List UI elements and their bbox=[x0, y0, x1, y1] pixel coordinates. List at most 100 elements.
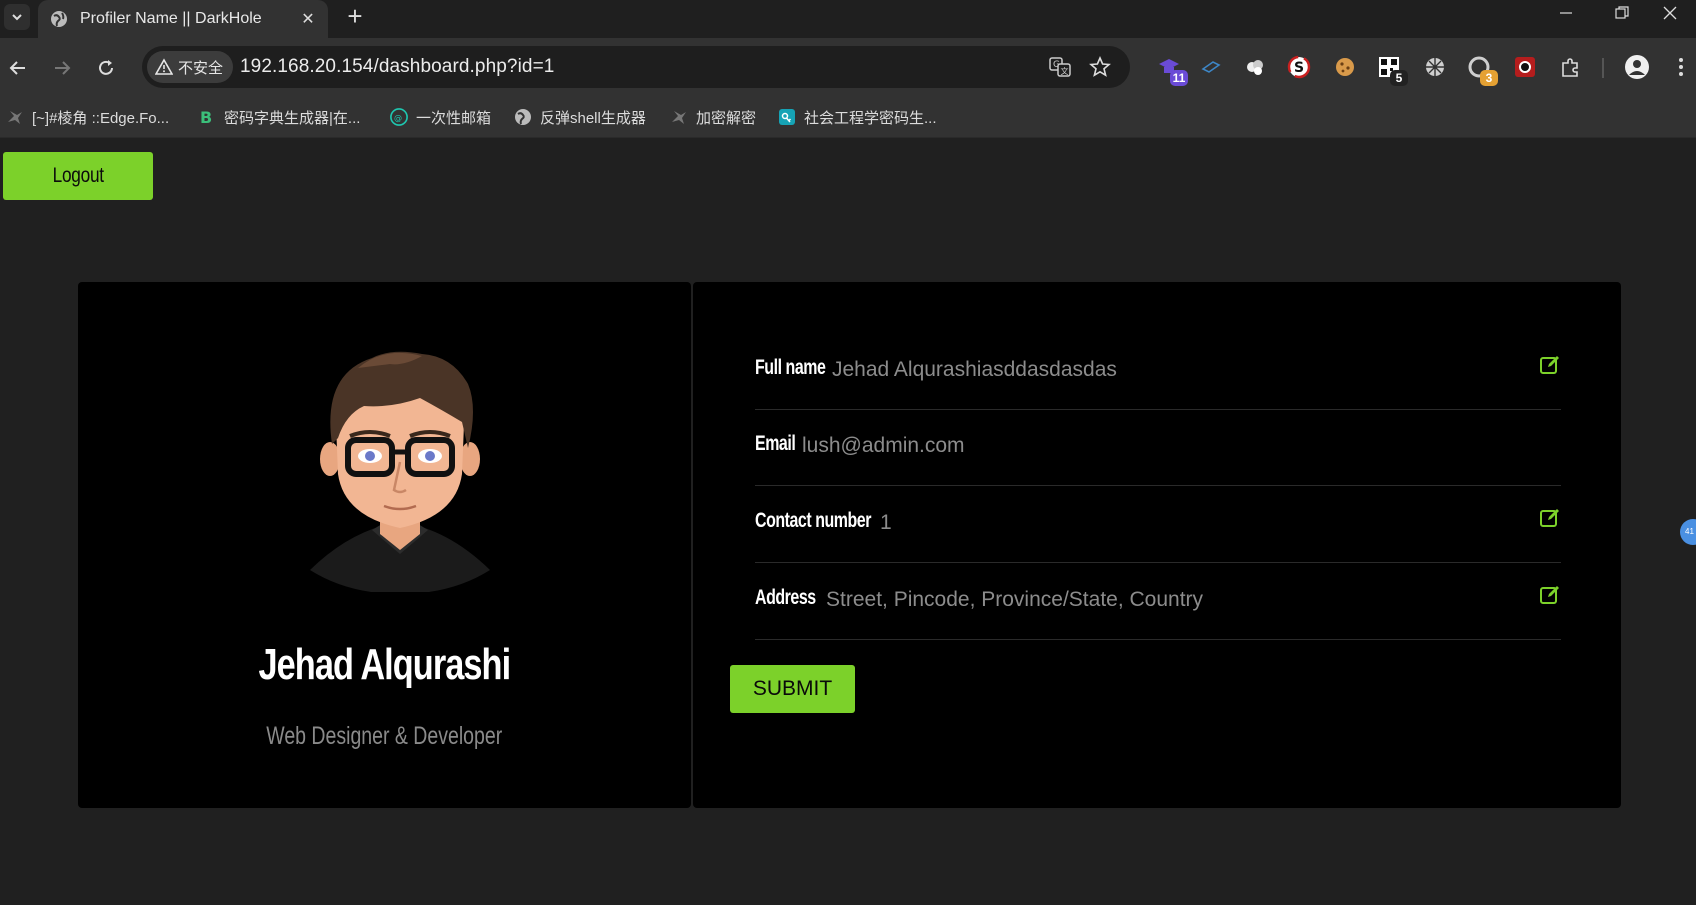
floating-widget-badge[interactable]: 41 bbox=[1680, 519, 1696, 545]
contact-number-value[interactable]: 1 bbox=[880, 511, 892, 535]
sword-icon: S bbox=[1287, 55, 1311, 79]
translate-button[interactable]: G文 bbox=[1048, 55, 1072, 79]
email-value: lush@admin.com bbox=[802, 434, 965, 457]
tab-search-button[interactable] bbox=[4, 4, 30, 30]
star-icon bbox=[1089, 56, 1111, 77]
bookmark-label: 加密解密 bbox=[696, 109, 757, 127]
bird-icon bbox=[670, 108, 688, 126]
field-contact-number: Contact number 1 bbox=[755, 487, 1561, 563]
profile-role: Web Designer & Developer bbox=[78, 722, 691, 751]
full-name-value[interactable]: Jehad Alqurashiasddasdasdas bbox=[832, 358, 1117, 382]
profile-name-text: Jehad Alqurashi bbox=[258, 640, 512, 689]
browser-tab-active[interactable]: Profiler Name || DarkHole ✕ bbox=[38, 0, 328, 38]
extension-8-badge: 3 bbox=[1480, 70, 1498, 86]
new-tab-button[interactable]: + bbox=[340, 2, 370, 32]
profile-button[interactable] bbox=[1622, 52, 1652, 82]
bookmark-item[interactable]: B 密码字典生成器|在... bbox=[198, 105, 360, 129]
mail-circle-icon: @ bbox=[390, 108, 408, 126]
forward-button[interactable] bbox=[44, 50, 80, 86]
field-label: Email bbox=[755, 432, 796, 455]
bookmark-label: 密码字典生成器|在... bbox=[224, 109, 361, 127]
tab-title: Profiler Name || DarkHole bbox=[80, 10, 262, 27]
edit-icon[interactable] bbox=[1539, 354, 1561, 376]
extension-1-button[interactable]: 11 bbox=[1154, 52, 1188, 86]
tab-close-icon[interactable]: ✕ bbox=[294, 5, 322, 33]
address-value[interactable]: Street, Pincode, Province/State, Country bbox=[826, 588, 1203, 612]
translate-icon: G文 bbox=[1049, 57, 1071, 77]
field-address: Address Street, Pincode, Province/State,… bbox=[755, 564, 1561, 640]
edit-icon[interactable] bbox=[1539, 507, 1561, 529]
bookmark-item[interactable]: @ 一次性邮箱 bbox=[390, 105, 491, 129]
browser-menu-button[interactable] bbox=[1666, 52, 1696, 82]
extension-4-button[interactable]: S bbox=[1284, 52, 1314, 82]
tab-strip: Profiler Name || DarkHole ✕ + bbox=[0, 0, 1696, 38]
extensions-menu-button[interactable] bbox=[1556, 52, 1586, 82]
minimize-button[interactable] bbox=[1540, 0, 1592, 26]
bookmarks-bar: [~]#棱角 ::Edge.Fo... B 密码字典生成器|在... @ 一次性… bbox=[0, 96, 1696, 138]
cloud-icon bbox=[1247, 60, 1263, 75]
cookie-icon bbox=[1336, 58, 1354, 76]
bookmark-item[interactable]: [~]#棱角 ::Edge.Fo... bbox=[6, 105, 169, 129]
edit-icon[interactable] bbox=[1539, 584, 1561, 606]
extension-1-badge: 11 bbox=[1170, 70, 1188, 86]
extension-6-badge: 5 bbox=[1390, 70, 1408, 86]
arrow-left-icon bbox=[9, 61, 25, 75]
svg-text:文: 文 bbox=[1061, 66, 1069, 76]
security-label: 不安全 bbox=[178, 59, 224, 77]
site-info-chip[interactable]: 不安全 bbox=[147, 51, 234, 83]
user-avatar-icon bbox=[1625, 55, 1649, 79]
submit-button[interactable]: SUBMIT bbox=[730, 665, 855, 713]
reload-button[interactable] bbox=[88, 50, 124, 86]
reload-icon bbox=[99, 60, 113, 75]
toolbar-divider bbox=[1602, 58, 1604, 78]
extension-2-button[interactable] bbox=[1196, 52, 1226, 82]
extension-5-button[interactable] bbox=[1330, 52, 1360, 82]
logout-label: Logout bbox=[52, 164, 104, 187]
extension-7-button[interactable] bbox=[1420, 52, 1450, 82]
profile-name: Jehad Alqurashi bbox=[78, 640, 691, 690]
arrow-right-icon bbox=[55, 61, 71, 75]
svg-text:S: S bbox=[1294, 60, 1304, 76]
logout-button[interactable]: Logout bbox=[3, 152, 153, 200]
bookmark-item[interactable]: 社会工程学密码生... bbox=[778, 105, 937, 129]
restore-button[interactable] bbox=[1596, 0, 1648, 26]
restore-icon bbox=[1615, 6, 1629, 19]
puzzle-icon bbox=[1562, 58, 1578, 77]
chevron-down-icon bbox=[12, 14, 22, 21]
close-window-button[interactable] bbox=[1644, 0, 1696, 26]
profile-form: Full name Jehad Alqurashiasddasdasdas Em… bbox=[693, 282, 1621, 808]
field-full-name: Full name Jehad Alqurashiasddasdasdas bbox=[755, 334, 1561, 410]
warning-icon bbox=[155, 58, 173, 75]
bookmark-label: 反弹shell生成器 bbox=[540, 109, 646, 127]
aperture-icon bbox=[1426, 58, 1444, 76]
globe-icon bbox=[51, 11, 67, 27]
page-content: Logout Jehad Alqurashi Web Designer & De… bbox=[0, 139, 1696, 905]
bookmark-item[interactable]: 反弹shell生成器 bbox=[514, 105, 646, 129]
bookmark-star-button[interactable] bbox=[1088, 55, 1112, 79]
minimize-icon bbox=[1560, 12, 1572, 14]
address-bar[interactable]: 不安全 192.168.20.154/dashboard.php?id=1 G文 bbox=[142, 46, 1130, 88]
profile-card: Jehad Alqurashi Web Designer & Developer bbox=[78, 282, 691, 808]
extension-6-button[interactable]: 5 bbox=[1374, 52, 1408, 86]
extension-9-button[interactable] bbox=[1510, 52, 1540, 82]
avatar bbox=[310, 351, 490, 592]
extension-8-button[interactable]: 3 bbox=[1464, 52, 1498, 86]
tag-icon bbox=[1201, 61, 1221, 73]
back-button[interactable] bbox=[0, 50, 36, 86]
browser-toolbar: 不安全 192.168.20.154/dashboard.php?id=1 G文… bbox=[0, 38, 1696, 96]
bookmark-item[interactable]: 加密解密 bbox=[670, 105, 756, 129]
field-label: Address bbox=[755, 586, 816, 609]
svg-text:@: @ bbox=[394, 113, 402, 123]
field-email: Email lush@admin.com bbox=[755, 410, 1561, 486]
bookmark-label: 社会工程学密码生... bbox=[804, 109, 937, 127]
close-icon bbox=[1663, 6, 1677, 20]
svg-text:B: B bbox=[200, 108, 212, 126]
more-vertical-icon bbox=[1679, 58, 1683, 76]
profile-role-text: Web Designer & Developer bbox=[266, 722, 503, 750]
extension-3-button[interactable] bbox=[1240, 52, 1270, 82]
bird-icon bbox=[6, 108, 24, 126]
url-text[interactable]: 192.168.20.154/dashboard.php?id=1 bbox=[240, 56, 554, 78]
letter-b-icon: B bbox=[198, 108, 216, 126]
globe-icon bbox=[514, 108, 532, 126]
bookmark-label: 一次性邮箱 bbox=[416, 109, 492, 127]
